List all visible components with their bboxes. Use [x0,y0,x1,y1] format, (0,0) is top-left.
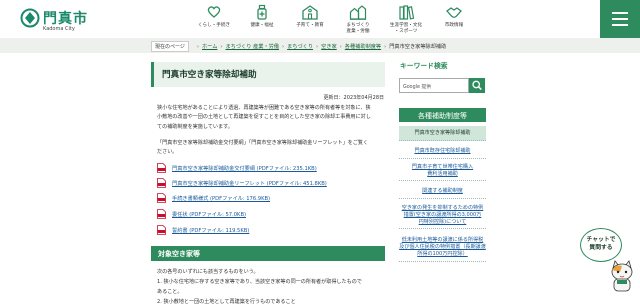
section-body: 次の各号のいずれにも該当するものをいう。 1. 狭小な住宅地に存する空き家等であ… [157,267,385,306]
note-line: 「門真市空き家等除却補助金交付要綱」「門真市空き家等除却補助金リーフレット」をご… [157,140,369,146]
breadcrumb-current: 門真市空き家等除却補助 [389,44,447,50]
updated-date: 更新日：2023年04月28日 [323,95,384,101]
gnav-item-life[interactable]: くらし・手続き [190,0,238,38]
pdf-link[interactable]: 手続き書類様式 (PDFファイル: 176.9KB) [172,195,270,202]
logo-text-ja: 門真市 [43,11,88,27]
sidebar-item-label: 門真市空き家等除却補助 [414,130,471,136]
breadcrumb-link[interactable]: 各種補助制度等 [345,43,381,50]
sidebar-item[interactable]: 低未利用土地等の譲渡に係る所得税 及び個人住民税の特例措置（長期譲渡 所得の10… [399,235,486,262]
breadcrumb: 現在のページ › ホーム › まちづくり 産業・労働 › まちづくり › 空き家… [151,41,447,52]
page-title-box: 門真市空き家等除却補助 [151,62,385,87]
section-heading: 対象空き家等 [151,246,385,261]
document-item: 誓約書 (PDFファイル: 119.5KB) [157,225,249,235]
section-line: 1. 狭小な住宅地に存する空き家等であり、当該空き家等の同一の所有者が取得したも… [157,279,362,285]
menu-button[interactable] [600,0,640,38]
medical-bottle-icon [257,4,267,20]
hamburger-menu-icon [612,12,628,14]
gnav-label: 生涯学習・文化 ・スポーツ [389,23,423,34]
town-houses-icon [349,5,367,20]
pdf-file-icon [157,178,166,188]
intro-line: 小敷地の改善や一団の土地として再建築を促すことを目的とした空き家の除却工事費用に… [157,114,371,121]
sidebar-item[interactable]: 関連する補助制度 [399,184,486,199]
global-nav: くらし・手続き 健康・福祉 子育て・教育 まちづくり 産業・労働 生涯学習・文化… [190,0,526,38]
breadcrumb-separator: › [282,43,285,50]
page-title: 門真市空き家等除却補助 [162,70,257,80]
sidebar-item-label: 門真市既存住宅除却補助 [414,148,471,154]
pdf-link[interactable]: 門真市空き家等除却補助金リーフレット (PDFファイル: 451.8KB) [172,180,327,187]
sidebar-item[interactable]: 門真市子育て世帯住宅購入 費利活用補助 [399,162,486,181]
breadcrumb-separator: › [384,43,387,50]
gnav-item-culture[interactable]: 生涯学習・文化 ・スポーツ [382,0,430,38]
breadcrumb-separator: › [316,43,319,50]
chatbot-launcher[interactable]: チャットで 質問する [580,228,634,294]
gnav-label: 市政情報 [444,23,464,28]
hamburger-menu-icon [612,18,628,20]
document-item: 手続き書類様式 (PDFファイル: 176.9KB) [157,193,270,203]
breadcrumb-lead: 現在のページ [151,41,189,52]
cat-mascot-icon [611,260,633,292]
breadcrumb-link[interactable]: まちづくり 産業・労働 [225,43,279,50]
gnav-label: 健康・福祉 [250,23,274,28]
search-provider-label: Google 提供 [403,85,432,90]
gnav-label: 子育て・教育 [296,23,324,28]
site-header: 門真市 Kadoma City くらし・手続き 健康・福祉 子育て・教育 まちづ… [0,0,640,38]
breadcrumb-link[interactable]: まちづくり [287,43,313,50]
sidebar-heading-label: 各種補助制度等 [418,112,467,120]
breadcrumb-separator: › [220,43,223,50]
document-item: 門真市空き家等除却補助金リーフレット (PDFファイル: 451.8KB) [157,178,327,188]
school-building-icon [302,5,318,20]
gnav-label: まちづくり 産業・労働 [346,23,370,34]
sidebar-item[interactable]: 門真市空き家等除却補助 [399,126,486,141]
section-title: 対象空き家等 [158,250,200,258]
intro-line: ての補助制度を実施しています。 [157,123,233,130]
sidebar-item-label: 門真市子育て世帯住宅購入 費利活用補助 [411,164,474,177]
pdf-file-icon [157,225,166,235]
breadcrumb-link[interactable]: ホーム [202,43,217,50]
gnav-item-city-info[interactable]: 市政情報 [430,0,478,38]
document-item: 門真市空き家等除却補助金交付要綱 (PDFファイル: 235.1KB) [157,163,317,173]
city-emblem-icon [20,8,40,28]
section-line: あること。 [157,289,183,295]
gnav-item-health[interactable]: 健康・福祉 [238,0,286,38]
intro-line: 狭小な住宅地があることにより透過、再建築等が困難である空き家等の所有者等を対象に… [157,105,371,111]
section-line: 2. 狭小敷地と一団の土地として再建築を行うものであること [157,299,296,305]
keyword-search-title: キーワード検索 [400,62,448,70]
sidebar-heading: 各種補助制度等 [399,108,486,122]
pdf-link[interactable]: 委任状 (PDFファイル: 57.0KB) [172,211,246,218]
document-item: 委任状 (PDFファイル: 57.0KB) [157,209,246,219]
pdf-link[interactable]: 門真市空き家等除却補助金交付要綱 (PDFファイル: 235.1KB) [172,165,317,172]
sidebar-item-label: 空き家の発生を抑制するための特例 措置(空き家の譲渡所得の3,000万 円特別控… [401,205,484,225]
section-line: 次の各号のいずれにも該当するものをいう。 [157,269,259,275]
sidebar-item-label: 低未利用土地等の譲渡に係る所得税 及び個人住民税の特例措置（長期譲渡 所得の10… [399,237,486,257]
breadcrumb-separator: › [339,43,342,50]
search-button[interactable] [469,78,485,93]
gnav-item-education[interactable]: 子育て・教育 [286,0,334,38]
pdf-file-icon [157,209,166,219]
gnav-item-town[interactable]: まちづくり 産業・労働 [334,0,382,38]
hamburger-menu-icon [612,24,628,26]
breadcrumb-separator: › [196,43,199,50]
intro-paragraph: 狭小な住宅地があることにより透過、再建築等が困難である空き家等の所有者等を対象に… [157,104,385,132]
sidebar-item[interactable]: 空き家の発生を抑制するための特例 措置(空き家の譲渡所得の3,000万 円特別控… [399,203,486,229]
gnav-label: くらし・手続き [197,23,231,28]
handshake-icon [446,7,462,18]
note-line: ださい。 [157,149,178,156]
sidebar-item-label: 関連する補助制度 [422,188,463,194]
magnifier-icon [472,80,482,91]
reference-note: 「門真市空き家等除却補助金交付要綱」「門真市空き家等除却補助金リーフレット」をご… [157,139,385,158]
sidebar-item[interactable]: 門真市既存住宅除却補助 [399,144,486,159]
search-input[interactable]: Google 提供 [399,78,469,93]
pdf-link[interactable]: 誓約書 (PDFファイル: 119.5KB) [172,227,249,234]
pdf-file-icon [157,163,166,173]
books-icon [399,5,415,20]
breadcrumb-link[interactable]: 空き家 [321,43,337,50]
site-logo[interactable]: 門真市 Kadoma City [20,5,100,35]
heart-hand-icon [207,6,221,18]
pdf-file-icon [157,193,166,203]
logo-text-en: Kadoma City [43,26,75,32]
chatbot-label: チャットで 質問する [586,237,616,251]
